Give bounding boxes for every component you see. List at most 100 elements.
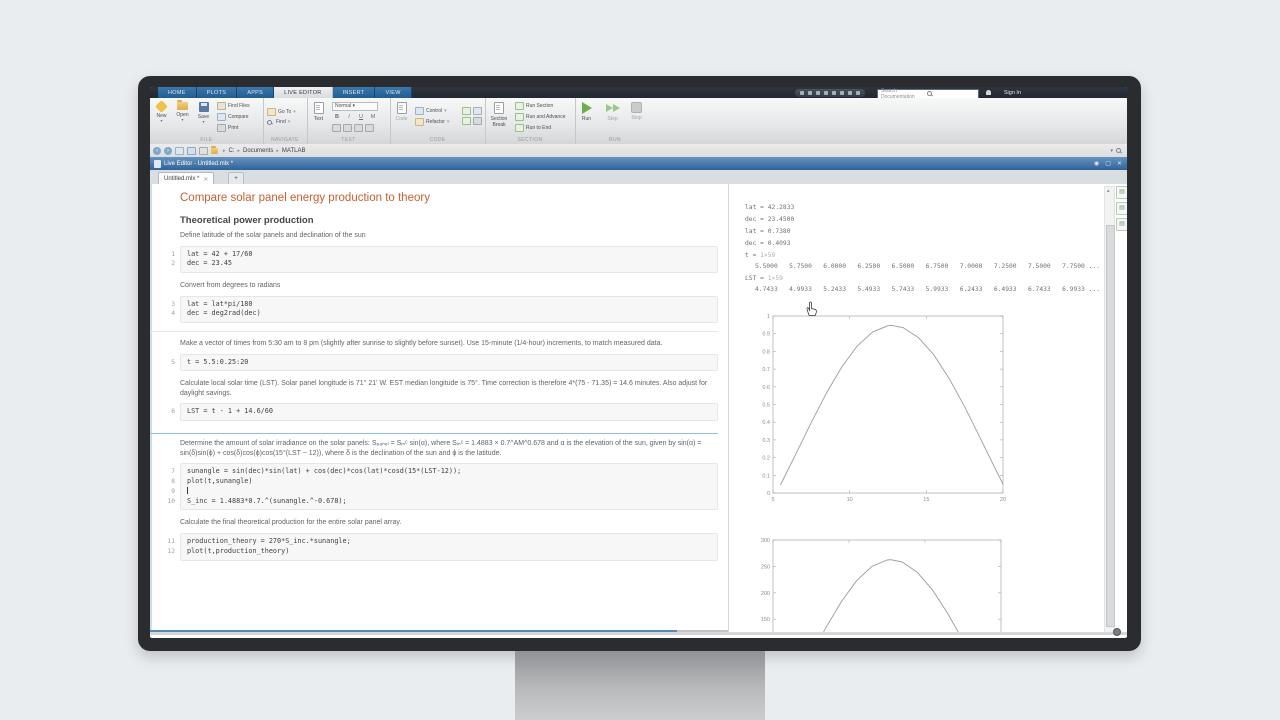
svg-text:0.9: 0.9 (762, 332, 770, 338)
compare-button[interactable]: Compare (217, 113, 250, 121)
production-theory-plot[interactable]: 1502002503005101520 (753, 533, 1023, 635)
code-line[interactable]: 2dec = 23.45 (187, 259, 711, 269)
insert-code-icon[interactable] (473, 107, 482, 115)
scroll-up-icon[interactable]: ▲ (1106, 188, 1110, 193)
path-search-icon[interactable] (1116, 148, 1121, 153)
bold-button[interactable]: B (332, 113, 342, 122)
run-code-icon[interactable] (462, 107, 471, 115)
output-pane[interactable]: lat = 42.2833dec = 23.4500lat = 0.7380de… (729, 184, 1127, 635)
copy-icon[interactable] (808, 91, 812, 95)
switch-windows-icon[interactable] (840, 91, 844, 95)
help-icon[interactable] (848, 91, 852, 95)
code-task-icon[interactable] (473, 117, 482, 125)
step-button[interactable]: Step (603, 101, 622, 135)
back-button[interactable]: ‹ (153, 147, 161, 155)
code-block[interactable]: 3lat = lat*pi/1804dec = deg2rad(dec) (180, 296, 718, 324)
notifications-bell-icon[interactable] (986, 90, 991, 95)
redo-icon[interactable] (832, 91, 836, 95)
run-button[interactable]: Run (577, 101, 596, 135)
browse-icon[interactable] (187, 147, 196, 155)
run-to-end-button[interactable]: Run to End (515, 124, 565, 132)
find-files-button[interactable]: Find Files (217, 102, 250, 110)
sign-in-link[interactable]: Sign In (1004, 87, 1021, 98)
up-folder-icon[interactable] (175, 147, 184, 155)
breadcrumb-segment[interactable]: C: (229, 148, 235, 154)
print-button[interactable]: Print (217, 124, 250, 132)
open-button[interactable]: Open▾ (173, 101, 192, 135)
code-line[interactable]: 6LST = t - 1 + 14.6/60 (187, 407, 711, 417)
cut-icon[interactable] (800, 91, 804, 95)
code-line[interactable]: 10S_inc = 1.4883*0.7.^(sunangle.^-0.678)… (187, 497, 711, 507)
breadcrumb-segment[interactable]: MATLAB (282, 148, 306, 154)
text-style-dropdown[interactable]: Normal ▾ (332, 102, 378, 111)
paste-icon[interactable] (816, 91, 820, 95)
code-line[interactable]: 5t = 5.5:0.25:20 (187, 358, 711, 368)
run-and-advance-button[interactable]: Run and Advance (515, 113, 565, 121)
stop-button[interactable]: Stop (627, 101, 646, 135)
code-line[interactable]: 3lat = lat*pi/180 (187, 300, 711, 310)
undock-icon[interactable]: ◉ (1094, 160, 1099, 167)
find-button[interactable]: Find▾ (267, 119, 296, 125)
output-vector-values: 5.5000 5.7500 6.0000 6.2500 6.5000 6.750… (745, 262, 1100, 273)
text-button[interactable]: Text (309, 101, 328, 135)
code-line[interactable]: 7sunangle = sin(dec)*sin(lat) + cos(dec)… (187, 467, 711, 477)
toolstrip-ribbon: New▾ Open▾ Save▾ Find Files Compare Prin… (150, 98, 1127, 145)
indent-button[interactable] (365, 124, 374, 132)
toolstrip-tab-view[interactable]: VIEW (375, 87, 411, 98)
underline-button[interactable]: U (356, 113, 366, 122)
toolstrip-tab-plots[interactable]: PLOTS (197, 87, 238, 98)
toolstrip-tab-apps[interactable]: APPS (237, 87, 274, 98)
monospace-button[interactable]: M (368, 113, 378, 122)
goto-button[interactable]: Go To▾ (267, 108, 296, 116)
navigate-group: Go To▾ Find▾ NAVIGATE (263, 98, 308, 144)
toolstrip-tab-live-editor[interactable]: LIVE EDITOR (274, 87, 332, 98)
refactor-dropdown[interactable]: Refactor▾ (415, 118, 449, 126)
save-button[interactable]: Save▾ (194, 101, 213, 135)
maximize-icon[interactable]: ▢ (1105, 160, 1111, 167)
output-scrollbar[interactable]: ▲ (1104, 186, 1115, 635)
bulleted-list-button[interactable] (332, 124, 341, 132)
code-line[interactable]: 8plot(t,sunangle) (187, 477, 711, 487)
code-line[interactable]: 12plot(t,production_theory) (187, 547, 711, 557)
search-icon[interactable] (927, 91, 976, 96)
path-dropdown-icon[interactable]: ▾ (1110, 148, 1113, 154)
close-tab-icon[interactable]: ✕ (203, 176, 208, 183)
sunangle-plot[interactable]: 00.10.20.30.40.50.60.70.80.915101520 (753, 309, 1023, 514)
live-editor-titlebar: Live Editor - Untitled.mlx * ◉ ▢ ✕ (150, 157, 1127, 170)
close-icon[interactable]: ✕ (1117, 160, 1122, 167)
code-block[interactable]: 11production_theory = 270*S_inc.*sunangl… (180, 533, 718, 561)
new-button[interactable]: New▾ (152, 101, 171, 135)
new-folder-icon[interactable] (199, 147, 208, 155)
breadcrumb-segment[interactable]: Documents (243, 148, 273, 154)
code-button[interactable]: Code (392, 101, 411, 135)
code-line[interactable]: 1lat = 42 + 17/60 (187, 250, 711, 260)
code-line[interactable]: 9 (187, 487, 711, 497)
italic-button[interactable]: I (344, 113, 354, 122)
clear-output-button[interactable]: ▤ (1116, 218, 1127, 231)
align-button[interactable] (354, 124, 363, 132)
toolstrip-tab-insert[interactable]: INSERT (333, 87, 376, 98)
code-block[interactable]: 6LST = t - 1 + 14.6/60 (180, 403, 718, 421)
quick-access-toolbar[interactable] (795, 89, 865, 97)
output-scrollbar-thumb[interactable] (1106, 225, 1115, 627)
forward-button[interactable]: › (164, 147, 172, 155)
numbered-list-button[interactable] (343, 124, 352, 132)
code-line[interactable]: 4dec = deg2rad(dec) (187, 309, 711, 319)
code-block[interactable]: 7sunangle = sin(dec)*sin(lat) + cos(dec)… (180, 463, 718, 510)
community-icon[interactable] (856, 91, 860, 95)
copy-output-button[interactable]: ▤ (1116, 202, 1127, 215)
code-line[interactable]: 11production_theory = 270*S_inc.*sunangl… (187, 537, 711, 547)
editor-pane[interactable]: Compare solar panel energy production to… (150, 184, 729, 635)
control-dropdown[interactable]: Control▾ (415, 107, 449, 115)
code-block[interactable]: 1lat = 42 + 17/602dec = 23.45 (180, 246, 718, 274)
breadcrumb[interactable]: ▸C:▸Documents▸MATLAB (220, 148, 305, 154)
code-block[interactable]: 5t = 5.5:0.25:20 (180, 354, 718, 372)
undo-icon[interactable] (824, 91, 828, 95)
svg-text:150: 150 (761, 617, 770, 623)
open-in-figure-button[interactable]: ▤ (1116, 186, 1127, 199)
code-example-icon[interactable] (462, 117, 471, 125)
search-documentation-input[interactable]: Search Documentation (877, 89, 979, 99)
run-section-button[interactable]: Run Section (515, 102, 565, 110)
toolstrip-tab-home[interactable]: HOME (158, 87, 197, 98)
section-break-button[interactable]: Section Break (487, 101, 511, 135)
